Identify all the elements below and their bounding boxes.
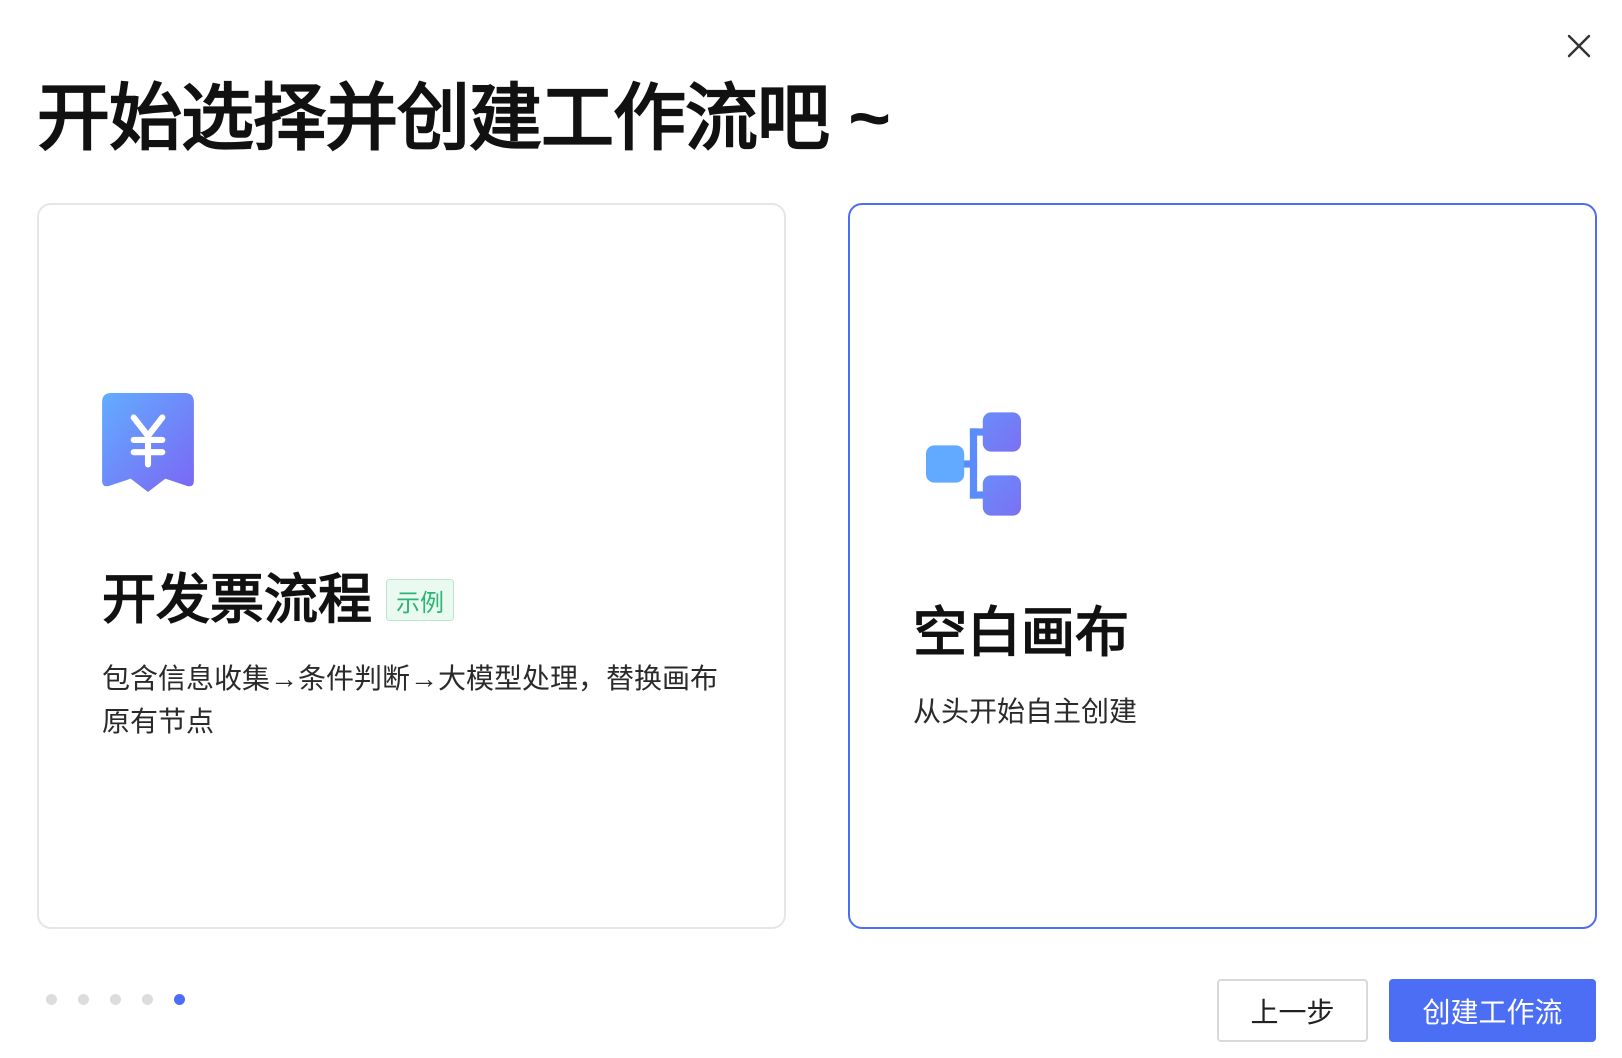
flowchart-icon (926, 412, 1021, 516)
pagination-dot-4[interactable] (142, 994, 153, 1005)
card-description: 包含信息收集→条件判断→大模型处理，替换画布原有节点 (102, 663, 719, 737)
example-badge: 示例 (386, 579, 454, 621)
card-title: 开发票流程 (102, 570, 372, 630)
card-description: 从头开始自主创建 (913, 696, 1138, 727)
create-workflow-button[interactable]: 创建工作流 (1389, 979, 1596, 1042)
close-button[interactable] (1564, 31, 1594, 61)
previous-step-button[interactable]: 上一步 (1217, 979, 1368, 1042)
template-card-blank-canvas[interactable]: 空白画布 从头开始自主创建 (848, 203, 1597, 929)
card-header: 开发票流程 示例 (102, 571, 454, 629)
card-title: 空白画布 (913, 603, 1129, 663)
dialog-title: 开始选择并创建工作流吧 ~ (37, 78, 891, 159)
pagination-dot-1[interactable] (46, 994, 57, 1005)
card-header: 空白画布 (913, 604, 1129, 662)
pagination-dot-2[interactable] (78, 994, 89, 1005)
pagination-dot-3[interactable] (110, 994, 121, 1005)
pagination-dot-5[interactable] (174, 994, 185, 1005)
receipt-yuan-icon (102, 393, 194, 492)
close-icon (1567, 34, 1591, 58)
pagination-dots (46, 994, 185, 1005)
template-card-invoice[interactable]: 开发票流程 示例 包含信息收集→条件判断→大模型处理，替换画布原有节点 (37, 203, 786, 929)
